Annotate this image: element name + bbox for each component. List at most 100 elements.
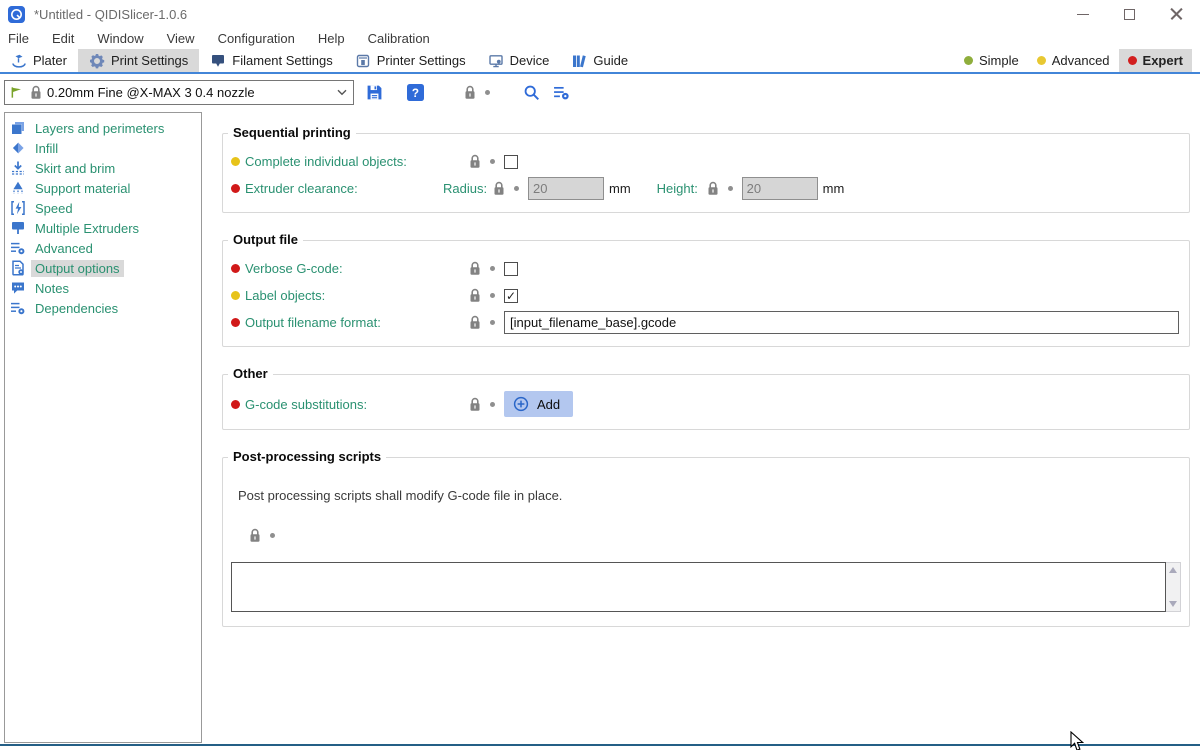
revert-dot-icon [490,293,495,298]
svg-text:?: ? [412,86,419,99]
guide-icon [571,53,587,69]
tab-print-settings[interactable]: Print Settings [78,49,199,72]
skirt-brim-icon [10,160,26,176]
sidebar-item-dependencies[interactable]: Dependencies [5,298,201,318]
tab-printer-settings[interactable]: Printer Settings [344,49,477,72]
sidebar-item-layers-and-perimeters[interactable]: Layers and perimeters [5,118,201,138]
revert-dot-icon [490,402,495,407]
revert-dot-icon [490,320,495,325]
verbose-gcode-checkbox[interactable] [504,262,518,276]
sidebar-item-advanced[interactable]: Advanced [5,238,201,258]
sidebar-item-multiple-extruders[interactable]: Multiple Extruders [5,218,201,238]
mode-label: Advanced [1052,53,1110,68]
mode-label: Simple [979,53,1019,68]
group-title: Post-processing scripts [228,449,386,464]
tab-filament-settings[interactable]: Filament Settings [199,49,343,72]
tab-plater[interactable]: Plater [0,49,78,72]
menu-calibration[interactable]: Calibration [368,31,430,46]
help-icon[interactable]: ? [407,84,424,101]
maximize-button[interactable] [1106,0,1153,28]
lock-icon[interactable] [249,528,261,543]
scroll-down-icon[interactable] [1169,601,1177,607]
maximize-icon [1124,9,1135,20]
sidebar-item-speed[interactable]: Speed [5,198,201,218]
tab-device[interactable]: Device [477,49,561,72]
extruder-clearance-radius-input[interactable] [528,177,604,200]
option-flag-red-icon [231,264,240,273]
output-options-page: Sequential printing Complete individual … [222,112,1190,654]
tab-label: Guide [593,53,628,68]
option-row-extruder-clearance: Extruder clearance: Radius: mm Height: m… [231,175,1181,202]
multiple-extruders-icon [10,220,26,236]
flag-icon [10,85,25,100]
sidebar-item-support-material[interactable]: Support material [5,178,201,198]
scroll-up-icon[interactable] [1169,567,1177,573]
mode-advanced[interactable]: Advanced [1028,49,1119,72]
revert-dot-icon [728,186,733,191]
menu-view[interactable]: View [167,31,195,46]
infill-icon [10,140,26,156]
menu-help[interactable]: Help [318,31,345,46]
qidislicer-window: *Untitled - QIDISlicer-1.0.6 File Edit W… [0,0,1200,750]
complete-individual-objects-checkbox[interactable] [504,155,518,169]
tab-label: Print Settings [111,53,188,68]
output-options-icon [10,260,26,276]
menu-file[interactable]: File [8,31,29,46]
printer-icon [355,53,371,69]
option-flag-red-icon [231,400,240,409]
tab-label: Filament Settings [232,53,332,68]
speed-icon [10,200,26,216]
dependencies-icon [10,300,26,316]
plus-circle-icon [513,396,529,412]
menu-edit[interactable]: Edit [52,31,74,46]
filament-icon [210,53,226,69]
preset-name: 0.20mm Fine @X-MAX 3 0.4 nozzle [47,85,332,100]
add-substitution-button[interactable]: Add [504,391,573,417]
save-icon[interactable] [366,84,383,101]
mode-expert[interactable]: Expert [1119,49,1192,72]
group-post-processing-scripts: Post-processing scripts Post processing … [222,457,1190,627]
window-title: *Untitled - QIDISlicer-1.0.6 [34,7,187,22]
close-button[interactable] [1153,0,1200,28]
option-flag-yellow-icon [231,291,240,300]
sidebar-item-output-options[interactable]: Output options [5,258,201,278]
option-flag-yellow-icon [231,157,240,166]
lock-icon[interactable] [707,181,719,196]
tab-guide[interactable]: Guide [560,49,639,72]
minimize-button[interactable] [1059,0,1106,28]
support-material-icon [10,180,26,196]
tab-label: Plater [33,53,67,68]
search-settings-icon[interactable] [553,84,570,101]
menu-configuration[interactable]: Configuration [218,31,295,46]
notes-icon [10,280,26,296]
option-flag-red-icon [231,184,240,193]
output-filename-format-input[interactable] [504,311,1179,334]
group-output-file: Output file Verbose G-code: Label object… [222,240,1190,347]
dropdown-chevron-icon [337,89,347,96]
extruder-clearance-height-input[interactable] [742,177,818,200]
sidebar-item-infill[interactable]: Infill [5,138,201,158]
revert-dot-icon [270,533,275,538]
qidislicer-logo-icon [8,6,25,23]
lock-icon[interactable] [464,85,476,100]
mode-simple[interactable]: Simple [955,49,1028,72]
post-processing-scripts-textarea[interactable] [231,562,1166,612]
lock-icon[interactable] [469,154,481,169]
label-objects-checkbox[interactable]: ✓ [504,289,518,303]
menu-window[interactable]: Window [97,31,143,46]
revert-dot-icon [490,266,495,271]
preset-dropdown[interactable]: 0.20mm Fine @X-MAX 3 0.4 nozzle [4,80,354,105]
search-icon[interactable] [523,84,540,101]
option-row-label-objects: Label objects: ✓ [231,282,1181,309]
close-icon [1170,8,1183,21]
lock-icon[interactable] [469,261,481,276]
sidebar-item-skirt-and-brim[interactable]: Skirt and brim [5,158,201,178]
lock-icon[interactable] [469,288,481,303]
lock-icon[interactable] [469,315,481,330]
textarea-scrollbar[interactable] [1166,562,1181,612]
sidebar-item-notes[interactable]: Notes [5,278,201,298]
lock-icon[interactable] [493,181,505,196]
lock-icon[interactable] [469,397,481,412]
device-icon [488,53,504,69]
option-row-complete-individual-objects: Complete individual objects: [231,148,1181,175]
